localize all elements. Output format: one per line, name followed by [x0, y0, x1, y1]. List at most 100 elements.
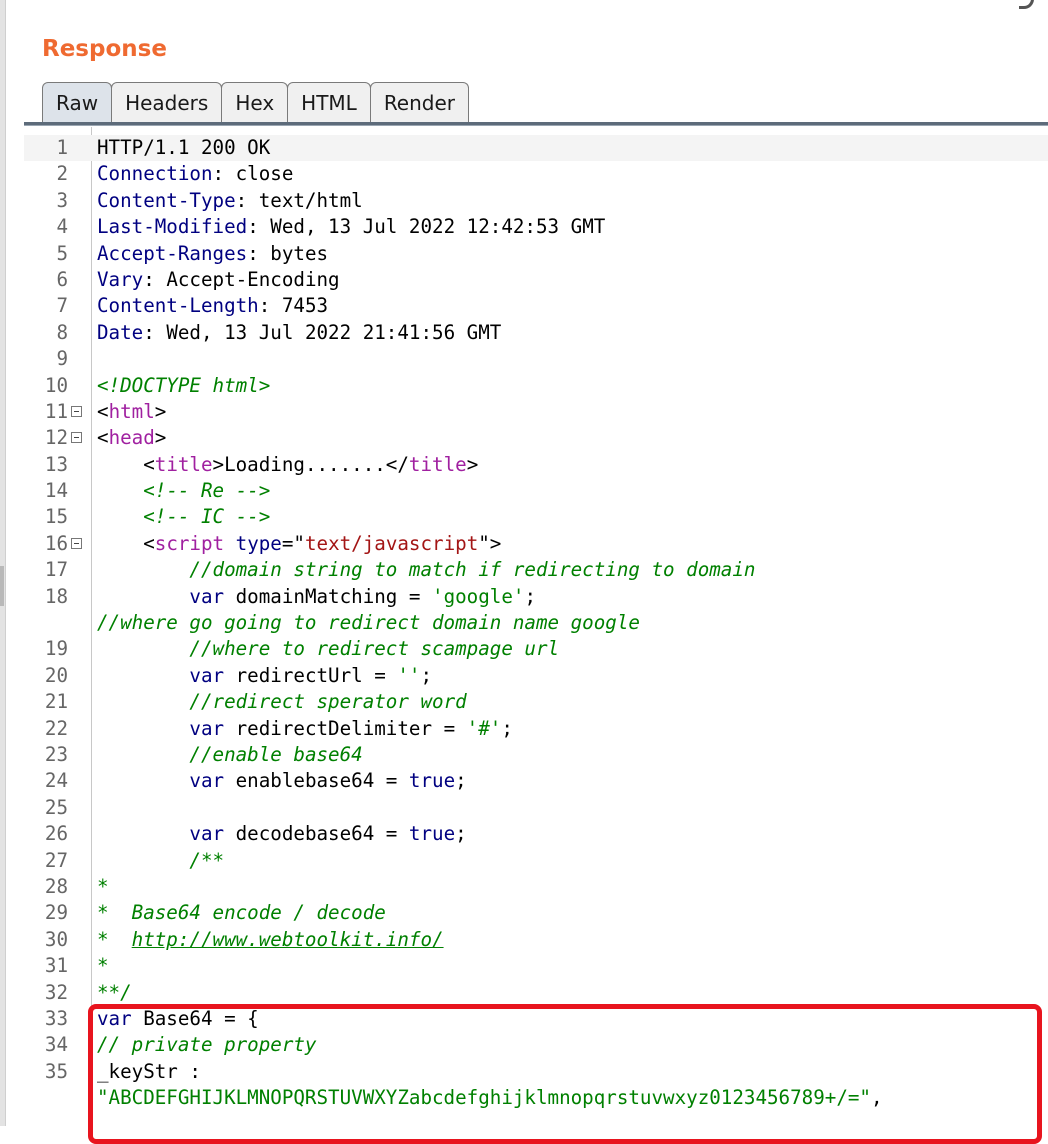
line-number: 9	[56, 347, 68, 371]
code-token: redirectDelimiter =	[224, 716, 467, 740]
code-token: Connection	[97, 162, 213, 186]
line-number: 11	[44, 399, 68, 423]
code-text: var enablebase64 = true;	[97, 768, 467, 794]
code-line[interactable]: 9	[24, 346, 1048, 372]
line-number: 31	[44, 954, 68, 978]
code-text: HTTP/1.1 200 OK	[97, 135, 270, 161]
response-editor[interactable]: 1 HTTP/1.1 200 OK 2 Connection: close 3 Conte…	[24, 127, 1048, 1126]
code-line[interactable]: 31 *	[24, 953, 1048, 979]
tab-hex[interactable]: Hex	[221, 82, 289, 122]
code-line[interactable]: 15 <!-- IC -->	[24, 504, 1048, 530]
code-text: <!-- Re -->	[97, 478, 270, 504]
code-token: Date	[97, 320, 144, 344]
line-number: 6	[56, 267, 68, 291]
code-line[interactable]: 10 <!DOCTYPE html>	[24, 373, 1048, 399]
code-token: ">	[478, 531, 502, 555]
code-token: HTTP/1.1 200 OK	[97, 136, 271, 159]
fold-toggle-icon[interactable]	[71, 432, 82, 444]
tab-html[interactable]: HTML	[287, 82, 371, 122]
code-line[interactable]: 28 *	[24, 874, 1048, 900]
code-line[interactable]: 6 Vary: Accept-Encoding	[24, 267, 1048, 293]
code-line[interactable]: //where go going to redirect domain name…	[24, 610, 1048, 636]
code-token: ;	[455, 769, 467, 793]
tab-raw[interactable]: Raw	[42, 82, 113, 122]
code-area[interactable]: 1 HTTP/1.1 200 OK 2 Connection: close 3 Conte…	[24, 135, 1048, 1111]
panel-title: Response	[42, 36, 167, 62]
code-line[interactable]: 26 var decodebase64 = true;	[24, 821, 1048, 847]
line-number: 25	[44, 795, 68, 819]
code-line[interactable]: 17 //domain string to match if redirecti…	[24, 557, 1048, 583]
code-text: Connection: close	[97, 161, 293, 187]
line-number: 1	[56, 136, 68, 159]
code-line[interactable]: 30 * http://www.webtoolkit.info/	[24, 927, 1048, 953]
code-token: >	[466, 452, 479, 476]
code-line[interactable]: 16 <script type="text/javascript">	[24, 531, 1048, 557]
code-token: domainMatching =	[224, 584, 433, 608]
code-line[interactable]: 22 var redirectDelimiter = '#';	[24, 716, 1048, 742]
code-token: Last-Modified	[97, 215, 248, 239]
line-number: 15	[44, 505, 68, 529]
code-line[interactable]: 27 /**	[24, 848, 1048, 874]
tab-headers[interactable]: Headers	[111, 82, 223, 122]
code-line[interactable]: 24 var enablebase64 = true;	[24, 768, 1048, 794]
code-token: * Base64 encode / decode	[97, 901, 386, 925]
code-token: text/javascript	[304, 531, 479, 555]
code-line[interactable]: 19 //where to redirect scampage url	[24, 636, 1048, 662]
code-token: 'google'	[432, 584, 525, 608]
code-token: : Accept-Encoding	[143, 267, 340, 291]
code-text: <title>Loading.......</title>	[97, 452, 478, 478]
tab-render[interactable]: Render	[369, 82, 470, 122]
left-panel-edge	[0, 0, 6, 1126]
line-number: 35	[44, 1059, 68, 1083]
code-line[interactable]: 2 Connection: close	[24, 161, 1048, 187]
line-number: 12	[44, 426, 68, 450]
line-number: 10	[44, 373, 68, 397]
code-line[interactable]: 11 <html>	[24, 399, 1048, 425]
code-token: head	[108, 426, 155, 450]
code-line[interactable]: 5 Accept-Ranges: bytes	[24, 241, 1048, 267]
code-line[interactable]: 25	[24, 795, 1048, 821]
code-token: : bytes	[247, 241, 329, 265]
code-text: Content-Type: text/html	[97, 188, 363, 214]
code-line[interactable]: 29 * Base64 encode / decode	[24, 900, 1048, 926]
code-line[interactable]: 4 Last-Modified: Wed, 13 Jul 2022 12:42:5…	[24, 214, 1048, 240]
code-line[interactable]: 20 var redirectUrl = '';	[24, 663, 1048, 689]
line-number: 16	[44, 531, 68, 555]
code-token: type	[235, 531, 282, 555]
code-token: : Wed, 13 Jul 2022 21:41:56 GMT	[143, 320, 502, 344]
code-token: : close	[212, 162, 294, 186]
code-line[interactable]: 8 Date: Wed, 13 Jul 2022 21:41:56 GMT	[24, 320, 1048, 346]
code-token: *	[97, 927, 132, 951]
code-token: ="	[281, 531, 305, 555]
code-line[interactable]: 3 Content-Type: text/html	[24, 188, 1048, 214]
code-line[interactable]: 32 **/	[24, 980, 1048, 1006]
code-line[interactable]: 12 <head>	[24, 425, 1048, 451]
code-line[interactable]: 13 <title>Loading.......</title>	[24, 452, 1048, 478]
code-text: Content-Length: 7453	[97, 293, 328, 319]
code-line[interactable]: 14 <!-- Re -->	[24, 478, 1048, 504]
code-text: <!DOCTYPE html>	[97, 373, 270, 399]
fold-toggle-icon[interactable]	[71, 537, 82, 549]
code-token: script	[154, 531, 225, 555]
code-text: Date: Wed, 13 Jul 2022 21:41:56 GMT	[97, 320, 501, 346]
code-line[interactable]: 21 //redirect sperator word	[24, 689, 1048, 715]
line-number: 17	[44, 558, 68, 582]
code-token: >	[154, 426, 167, 450]
left-scroll-handle[interactable]	[0, 566, 4, 606]
code-token: html	[108, 399, 155, 423]
line-number: 5	[56, 241, 68, 265]
code-token: Vary	[97, 267, 144, 291]
code-text: var redirectUrl = '';	[97, 663, 432, 689]
code-line[interactable]: 23 //enable base64	[24, 742, 1048, 768]
fold-toggle-icon[interactable]	[71, 405, 82, 417]
code-token: '#'	[466, 716, 502, 740]
code-line[interactable]: 1 HTTP/1.1 200 OK	[24, 135, 1048, 162]
code-token: <	[97, 426, 109, 450]
code-line[interactable]: 7 Content-Length: 7453	[24, 293, 1048, 319]
code-line[interactable]: 18 var domainMatching = 'google';	[24, 584, 1048, 610]
